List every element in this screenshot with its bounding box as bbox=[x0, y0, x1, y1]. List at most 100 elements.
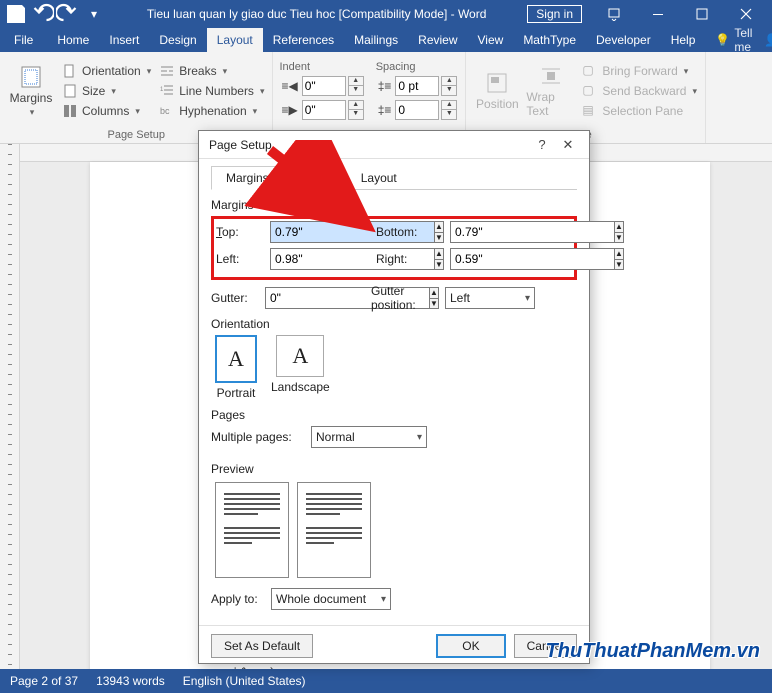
ribbon-tabs: File Home Insert Design Layout Reference… bbox=[0, 28, 772, 52]
share-button[interactable]: 👤Share bbox=[752, 28, 772, 52]
selection-pane-button: ▤Selection Pane bbox=[580, 102, 699, 120]
tab-view[interactable]: View bbox=[468, 28, 514, 52]
bottom-label: Bottom: bbox=[360, 225, 450, 239]
vertical-ruler[interactable] bbox=[0, 144, 20, 669]
indent-right-field[interactable]: ≡▶▲▼ bbox=[279, 99, 365, 121]
landscape-option[interactable]: A Landscape bbox=[271, 335, 330, 400]
redo-icon[interactable] bbox=[56, 2, 80, 26]
hyphenation-button[interactable]: bcHyphenation▾ bbox=[157, 102, 266, 120]
margins-icon bbox=[19, 65, 43, 89]
status-language[interactable]: English (United States) bbox=[183, 674, 306, 688]
window-title: Tieu luan quan ly giao duc Tieu hoc [Com… bbox=[106, 7, 527, 21]
qat-customize-icon[interactable]: ▾ bbox=[82, 2, 106, 26]
gutter-field[interactable]: ▲▼ bbox=[265, 287, 355, 309]
window-controls bbox=[592, 0, 768, 28]
position-icon bbox=[485, 71, 509, 95]
breaks-button[interactable]: Breaks▾ bbox=[157, 62, 266, 80]
dialog-tabs: Margins Paper Layout bbox=[211, 165, 577, 190]
lightbulb-icon: 💡 bbox=[715, 33, 730, 47]
bring-forward-icon: ▢ bbox=[582, 63, 598, 79]
highlight-annotation: TTop:op: ▲▼ Bottom: ▲▼ Left: ▲▼ Right: ▲… bbox=[211, 216, 577, 280]
dialog-help-icon[interactable]: ? bbox=[529, 135, 555, 155]
left-label: Left: bbox=[216, 252, 270, 266]
undo-icon[interactable] bbox=[30, 2, 54, 26]
preview-thumbnails bbox=[215, 482, 577, 578]
multiple-pages-label: Multiple pages: bbox=[211, 430, 311, 444]
right-margin-field[interactable]: ▲▼ bbox=[450, 248, 540, 270]
indent-left-field[interactable]: ≡◀▲▼ bbox=[279, 75, 365, 97]
space-before-field[interactable]: ‡≡▲▼ bbox=[376, 75, 460, 97]
apply-to-select[interactable]: Whole document bbox=[271, 588, 391, 610]
preview-page-1 bbox=[215, 482, 289, 578]
orientation-icon bbox=[62, 63, 78, 79]
left-margin-field[interactable]: ▲▼ bbox=[270, 248, 360, 270]
share-icon: 👤 bbox=[764, 33, 772, 47]
orientation-button[interactable]: Orientation▾ bbox=[60, 62, 153, 80]
watermark: ThuThuatPhanMem.vn bbox=[546, 640, 760, 663]
tab-mathtype[interactable]: MathType bbox=[513, 28, 586, 52]
right-label: Right: bbox=[360, 252, 450, 266]
space-before-icon: ‡≡ bbox=[378, 79, 392, 93]
orientation-section-label: Orientation bbox=[211, 317, 577, 331]
svg-text:bc: bc bbox=[160, 106, 170, 116]
close-icon[interactable] bbox=[724, 0, 768, 28]
tab-developer[interactable]: Developer bbox=[586, 28, 661, 52]
space-after-field[interactable]: ‡≡▲▼ bbox=[376, 99, 460, 121]
breaks-icon bbox=[159, 63, 175, 79]
portrait-option[interactable]: A Portrait bbox=[215, 335, 257, 400]
tab-design[interactable]: Design bbox=[149, 28, 206, 52]
indent-right-icon: ≡▶ bbox=[281, 103, 297, 117]
tab-layout[interactable]: Layout bbox=[207, 28, 263, 52]
dlg-tab-margins[interactable]: Margins bbox=[211, 166, 284, 190]
space-after-icon: ‡≡ bbox=[378, 103, 392, 117]
columns-button[interactable]: Columns▾ bbox=[60, 102, 153, 120]
position-button: Position bbox=[472, 56, 522, 126]
minimize-icon[interactable] bbox=[636, 0, 680, 28]
dlg-tab-layout[interactable]: Layout bbox=[346, 166, 412, 190]
margins-button[interactable]: Margins▾ bbox=[6, 56, 56, 126]
hyphenation-icon: bc bbox=[159, 103, 175, 119]
tab-review[interactable]: Review bbox=[408, 28, 467, 52]
tab-help[interactable]: Help bbox=[661, 28, 706, 52]
selection-pane-icon: ▤ bbox=[582, 103, 598, 119]
wrap-text-icon bbox=[539, 64, 563, 88]
margins-section-label: Margins bbox=[211, 198, 577, 212]
size-button[interactable]: Size▾ bbox=[60, 82, 153, 100]
dialog-close-icon[interactable]: ✕ bbox=[555, 135, 581, 155]
status-words[interactable]: 13943 words bbox=[96, 674, 165, 688]
save-icon[interactable] bbox=[4, 2, 28, 26]
gutter-position-select[interactable]: Left bbox=[445, 287, 535, 309]
sign-in-button[interactable]: Sign in bbox=[527, 5, 582, 23]
page-setup-dialog: Page Setup ? ✕ Margins Paper Layout Marg… bbox=[198, 130, 590, 664]
indent-left-icon: ≡◀ bbox=[281, 79, 297, 93]
tab-mailings[interactable]: Mailings bbox=[344, 28, 408, 52]
tab-home[interactable]: Home bbox=[47, 28, 99, 52]
title-bar: ▾ Tieu luan quan ly giao duc Tieu hoc [C… bbox=[0, 0, 772, 28]
tab-references[interactable]: References bbox=[263, 28, 344, 52]
maximize-icon[interactable] bbox=[680, 0, 724, 28]
gutter-position-label: Gutter position: bbox=[355, 284, 445, 312]
multiple-pages-select[interactable]: Normal bbox=[311, 426, 427, 448]
status-page[interactable]: Page 2 of 37 bbox=[10, 674, 78, 688]
dialog-title-bar[interactable]: Page Setup ? ✕ bbox=[199, 131, 589, 159]
top-margin-field[interactable]: ▲▼ bbox=[270, 221, 360, 243]
columns-icon bbox=[62, 103, 78, 119]
bottom-margin-field[interactable]: ▲▼ bbox=[450, 221, 540, 243]
ribbon-options-icon[interactable] bbox=[592, 0, 636, 28]
tell-me-search[interactable]: 💡Tell me bbox=[705, 28, 752, 52]
tab-file[interactable]: File bbox=[0, 28, 47, 52]
svg-text:1: 1 bbox=[160, 87, 164, 93]
line-numbers-icon: 1 bbox=[159, 83, 175, 99]
quick-access-toolbar: ▾ bbox=[4, 2, 106, 26]
line-numbers-button[interactable]: 1Line Numbers▾ bbox=[157, 82, 266, 100]
set-as-default-button[interactable]: Set As Default bbox=[211, 634, 313, 658]
ok-button[interactable]: OK bbox=[436, 634, 505, 658]
send-backward-button: ▢Send Backward▾ bbox=[580, 82, 699, 100]
tab-insert[interactable]: Insert bbox=[99, 28, 149, 52]
spacing-label: Spacing bbox=[376, 61, 460, 73]
preview-section-label: Preview bbox=[211, 462, 577, 476]
dlg-tab-paper[interactable]: Paper bbox=[284, 166, 346, 190]
size-icon bbox=[62, 83, 78, 99]
top-label: TTop:op: bbox=[216, 225, 270, 239]
wrap-text-button: Wrap Text bbox=[526, 56, 576, 126]
